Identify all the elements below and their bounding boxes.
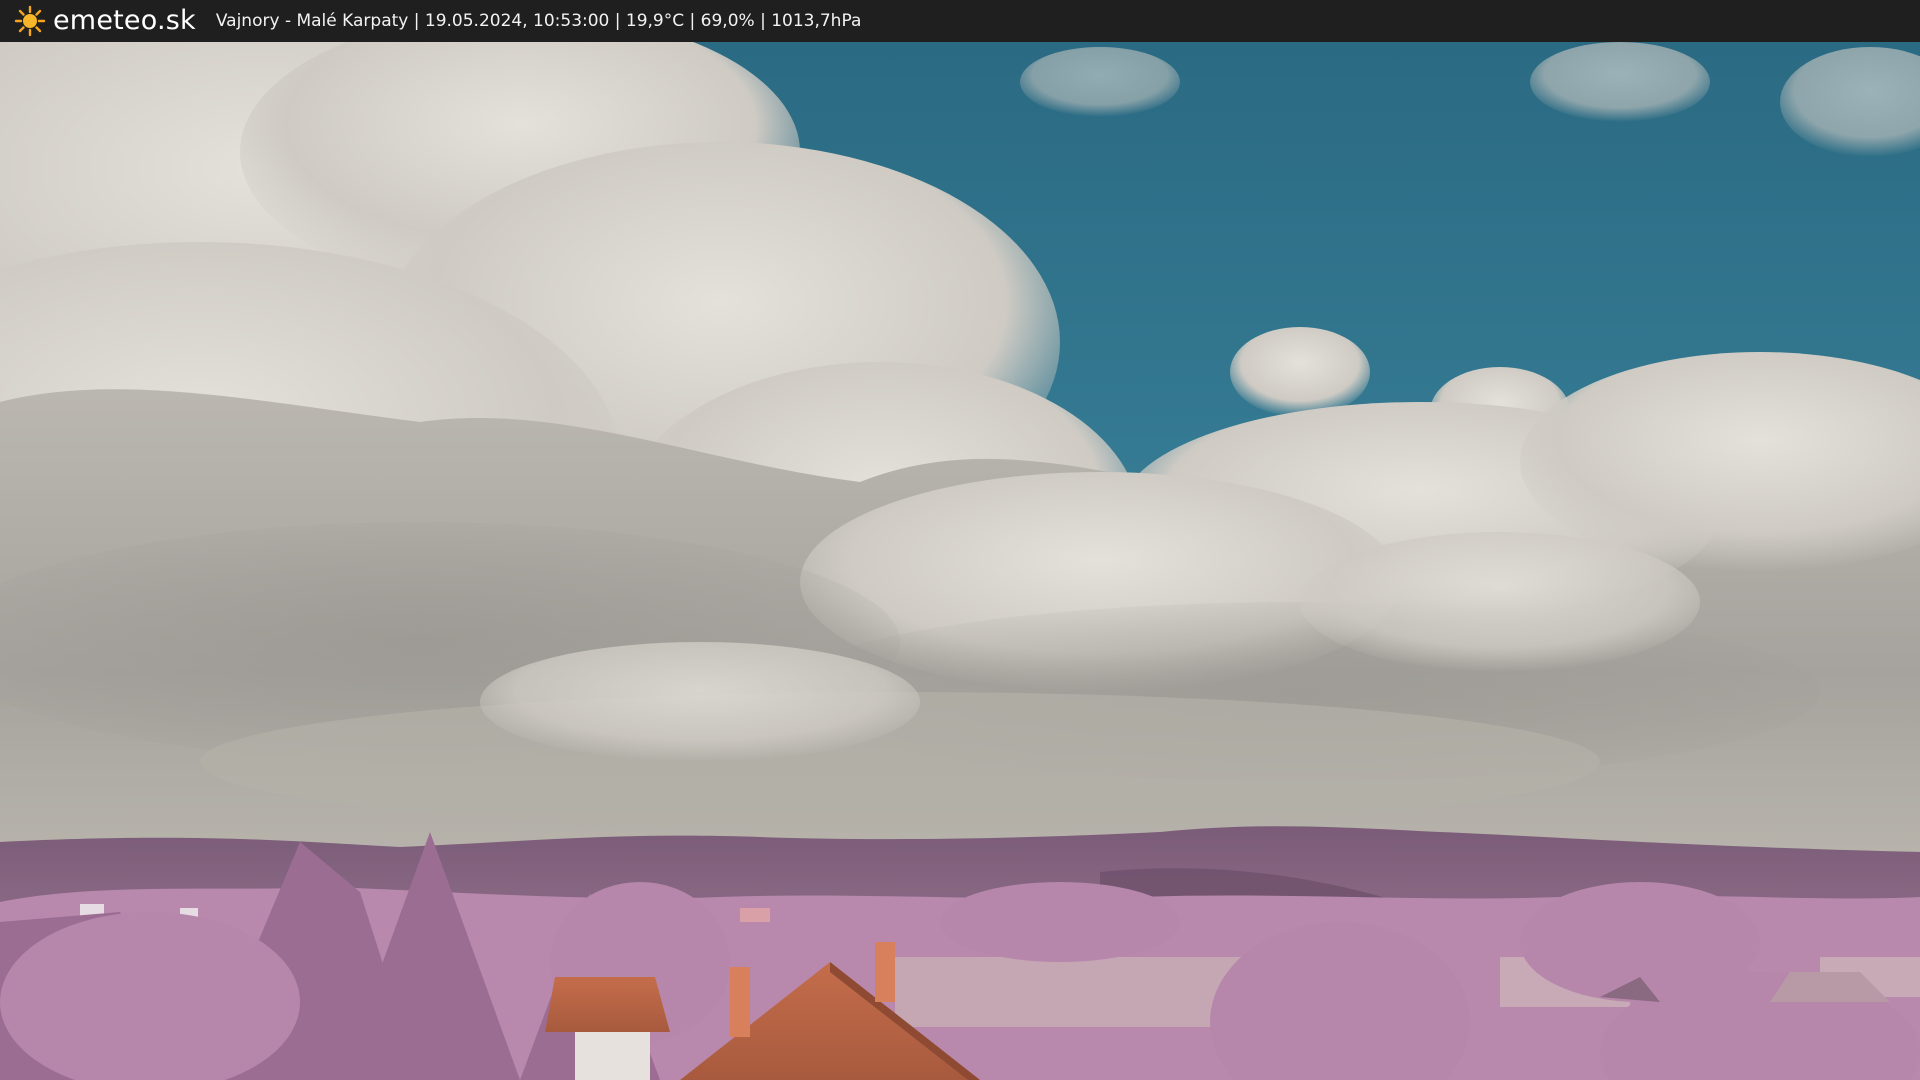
brand-logo-text[interactable]: emeteo.sk	[53, 0, 196, 42]
header-bar: emeteo.sk Vajnory - Malé Karpaty | 19.05…	[0, 0, 1920, 42]
station-caption: Vajnory - Malé Karpaty | 19.05.2024, 10:…	[215, 11, 862, 31]
webcam-image	[0, 42, 1920, 1080]
sun-icon	[14, 5, 46, 37]
webcam-frame: emeteo.sk Vajnory - Malé Karpaty | 19.05…	[0, 0, 1920, 1080]
